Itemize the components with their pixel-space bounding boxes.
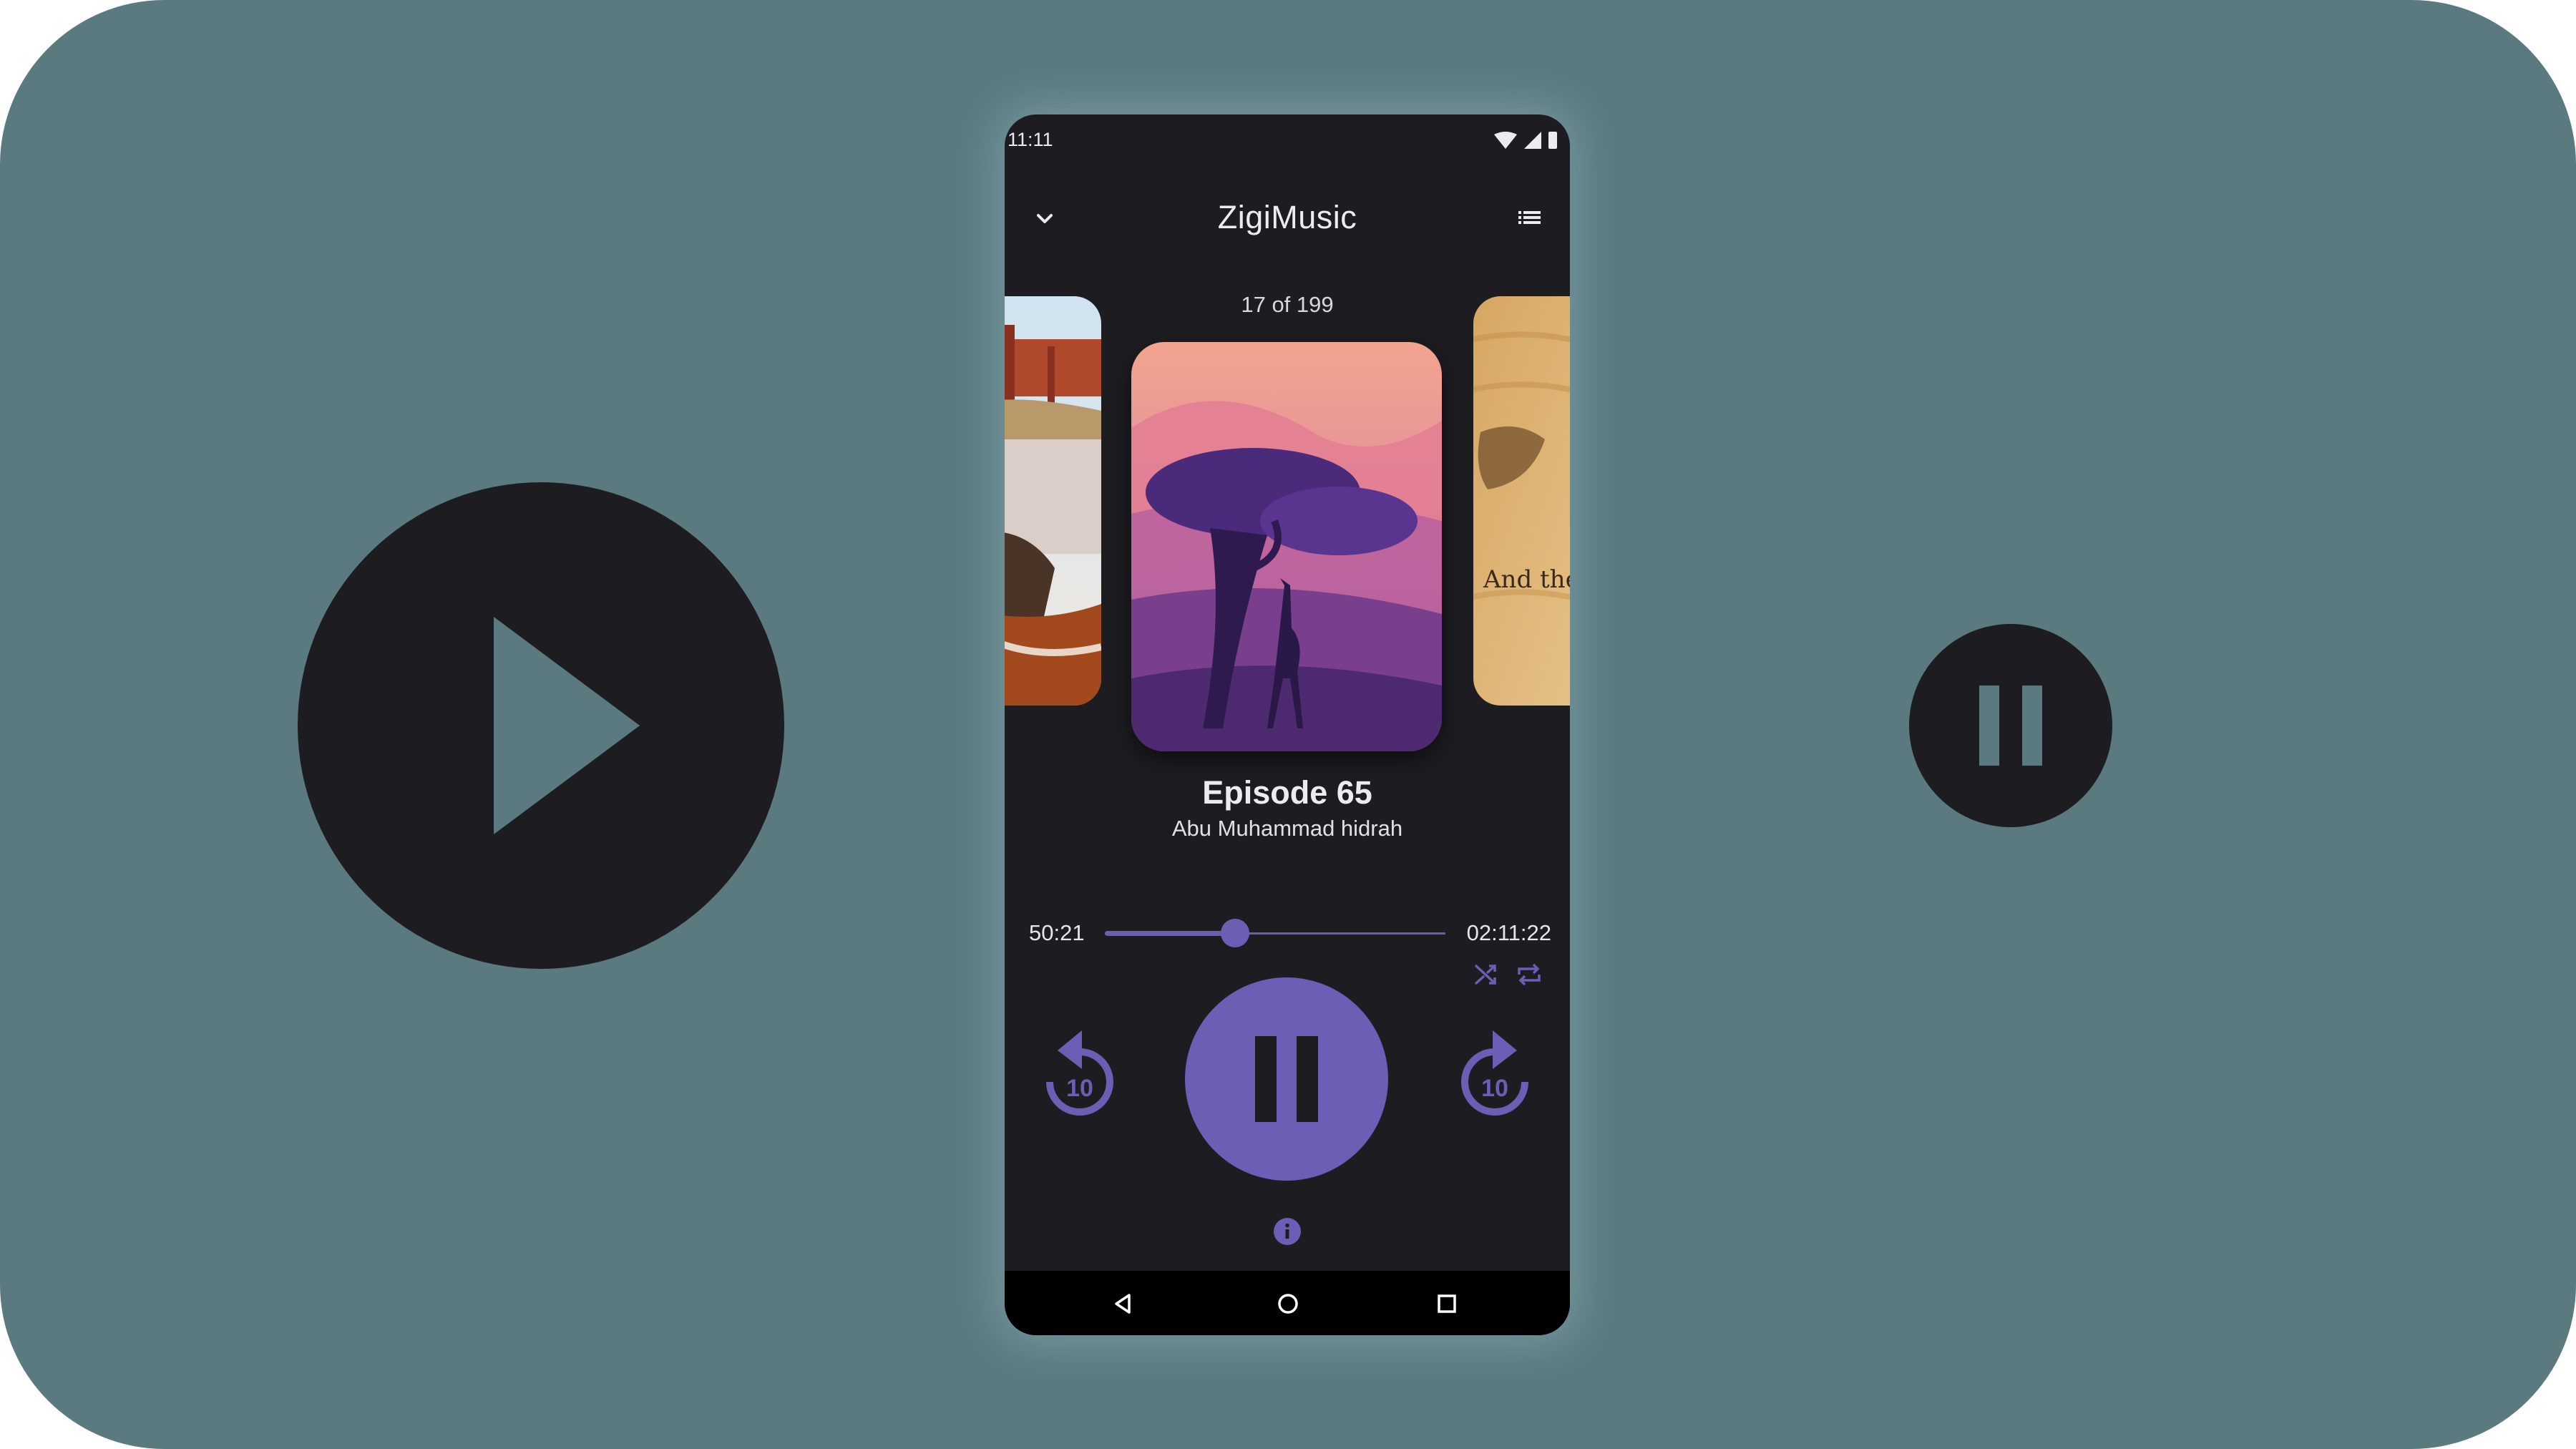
play-icon (494, 617, 640, 834)
rewind-seconds-label: 10 (1066, 1075, 1093, 1102)
status-icons (1491, 130, 1563, 155)
app-title: ZigiMusic (1217, 199, 1357, 235)
shuffle-icon (1475, 965, 1496, 985)
cellular-signal-icon (1524, 132, 1541, 149)
queue-button[interactable] (1510, 199, 1550, 239)
pause-icon (1255, 1036, 1318, 1122)
wifi-icon (1494, 132, 1517, 149)
shuffle-button[interactable] (1470, 959, 1502, 990)
next-cover-art[interactable]: And the (1473, 296, 1570, 706)
battery-icon (1548, 132, 1557, 149)
info-icon (1274, 1218, 1301, 1245)
episode-title: Episode 65 (1202, 774, 1372, 811)
play-pause-button[interactable] (1185, 977, 1388, 1181)
nav-home-button[interactable] (1269, 1285, 1307, 1322)
current-cover-art[interactable] (1131, 342, 1442, 751)
nav-back-icon (1115, 1294, 1131, 1314)
phone-screen: 11:11 ZigiMusic 17 of 199 And th Episode… (1005, 114, 1570, 1335)
large-play-graphic (298, 482, 784, 969)
app-bar: ZigiMusic (1005, 179, 1570, 258)
forward-10-button[interactable]: 10 (1451, 1026, 1538, 1126)
seek-bar[interactable] (1105, 919, 1445, 947)
nav-back-button[interactable] (1105, 1285, 1142, 1322)
nav-recents-icon (1438, 1294, 1456, 1313)
status-time: 11:11 (1008, 129, 1053, 150)
queue-list-icon (1518, 211, 1541, 224)
pause-icon (1979, 686, 2042, 766)
previous-cover-art[interactable] (1005, 296, 1101, 706)
showcase-background: 11:11 ZigiMusic 17 of 199 And th Episode… (0, 0, 2576, 1449)
forward-seconds-label: 10 (1481, 1075, 1508, 1102)
nav-home-icon (1278, 1294, 1298, 1314)
large-pause-graphic (1909, 624, 2112, 827)
seek-thumb[interactable] (1221, 919, 1250, 947)
nav-recents-button[interactable] (1428, 1285, 1465, 1322)
seek-progress (1105, 931, 1236, 936)
info-button[interactable] (1272, 1216, 1302, 1246)
total-duration: 02:11:22 (1466, 920, 1551, 945)
elapsed-time: 50:21 (1029, 920, 1085, 945)
status-bar: 11:11 (1005, 114, 1570, 165)
episode-author: Abu Muhammad hidrah (1171, 816, 1403, 841)
repeat-button[interactable] (1513, 959, 1545, 990)
next-cover-caption: And the (1483, 565, 1570, 594)
system-navigation-bar (1005, 1271, 1570, 1335)
repeat-icon (1518, 963, 1541, 986)
rewind-10-button[interactable]: 10 (1036, 1026, 1123, 1126)
